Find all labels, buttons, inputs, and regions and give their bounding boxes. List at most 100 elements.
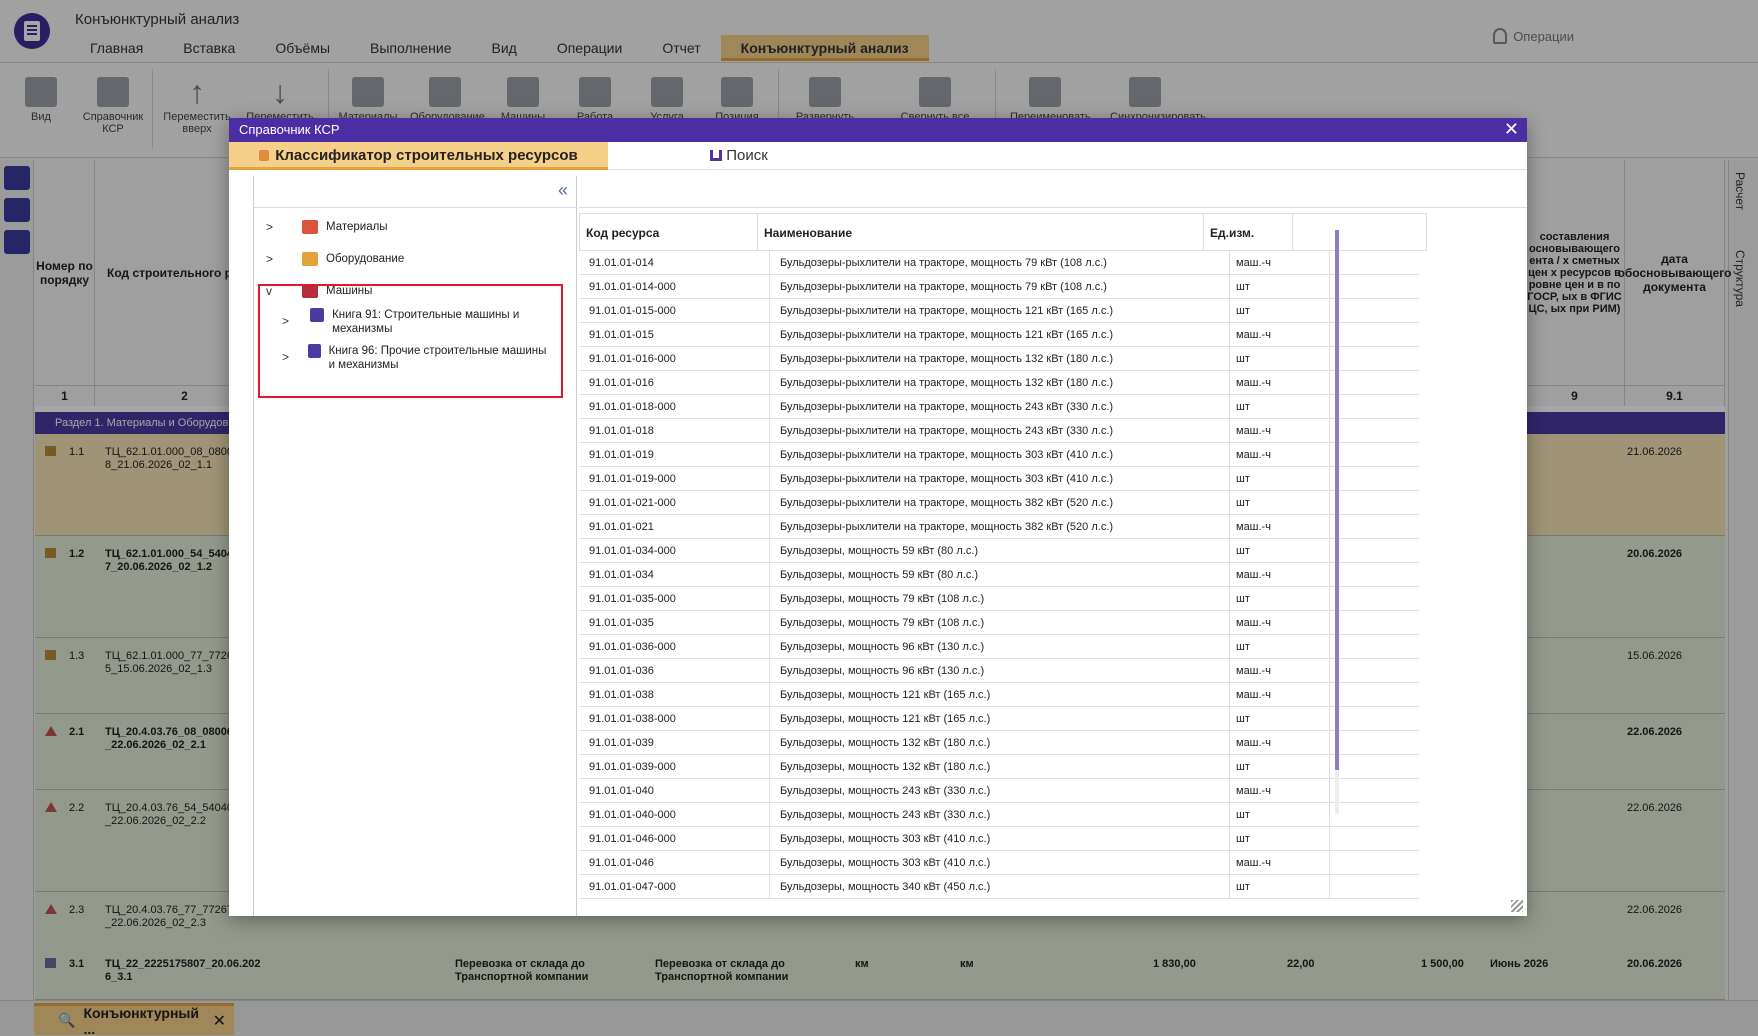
tab-search-label: Поиск (726, 147, 768, 164)
tree-node-label: Книга 91: Строительные машины и механизм… (332, 309, 520, 335)
tree-node-equipment[interactable]: > Оборудование (266, 252, 404, 266)
table-row[interactable]: 91.01.01-019-000 Бульдозеры-рыхлители на … (579, 467, 1419, 491)
cell-name: Бульдозеры-рыхлители на тракторе, мощнос… (769, 443, 1219, 467)
table-toolbar (579, 176, 1527, 208)
cell-resource-code: 91.01.01-018 (589, 425, 654, 437)
cell-unit: маш.-ч (1229, 251, 1329, 275)
dialog-title: Справочник КСР (239, 122, 340, 137)
cell-unit: маш.-ч (1229, 563, 1329, 587)
col-header-empty (1293, 213, 1427, 251)
cell-empty (1329, 395, 1330, 419)
cell-name: Бульдозеры, мощность 96 кВт (130 л.с.) (769, 659, 1219, 683)
table-row[interactable]: 91.01.01-014 Бульдозеры-рыхлители на трак… (579, 251, 1419, 275)
table-row[interactable]: 91.01.01-038-000 Бульдозеры, мощность 121… (579, 707, 1419, 731)
tab-classifier[interactable]: Классификатор строительных ресурсов (229, 142, 608, 170)
cell-unit: маш.-ч (1229, 683, 1329, 707)
table-scrollbar-thumb[interactable] (1335, 230, 1339, 770)
table-row[interactable]: 91.01.01-018 Бульдозеры-рыхлители на трак… (579, 419, 1419, 443)
table-row[interactable]: 91.01.01-040 Бульдозеры, мощность 243 кВт… (579, 779, 1419, 803)
cell-unit: маш.-ч (1229, 611, 1329, 635)
cell-resource-code: 91.01.01-016-000 (589, 353, 676, 365)
cell-empty (1329, 779, 1330, 803)
tree-node-book-96[interactable]: > Книга 96: Прочие строительные машины и… (282, 344, 552, 372)
table-row[interactable]: 91.01.01-016-000 Бульдозеры-рыхлители на … (579, 347, 1419, 371)
cell-empty (1329, 563, 1330, 587)
table-row[interactable]: 91.01.01-019 Бульдозеры-рыхлители на трак… (579, 443, 1419, 467)
table-row[interactable]: 91.01.01-034-000 Бульдозеры, мощность 59 … (579, 539, 1419, 563)
collapse-panel-icon[interactable]: « (558, 180, 568, 201)
table-row[interactable]: 91.01.01-014-000 Бульдозеры-рыхлители на … (579, 275, 1419, 299)
table-row[interactable]: 91.01.01-036-000 Бульдозеры, мощность 96 … (579, 635, 1419, 659)
cell-resource-code: 91.01.01-040-000 (589, 809, 676, 821)
cell-name: Бульдозеры-рыхлители на тракторе, мощнос… (769, 371, 1219, 395)
table-row[interactable]: 91.01.01-034 Бульдозеры, мощность 59 кВт … (579, 563, 1419, 587)
cell-name: Бульдозеры, мощность 303 кВт (410 л.с.) (769, 851, 1219, 875)
cell-name: Бульдозеры-рыхлители на тракторе, мощнос… (769, 323, 1219, 347)
cell-name: Бульдозеры, мощность 79 кВт (108 л.с.) (769, 587, 1219, 611)
table-row[interactable]: 91.01.01-046-000 Бульдозеры, мощность 303… (579, 827, 1419, 851)
cell-empty (1329, 707, 1330, 731)
table-row[interactable]: 91.01.01-040-000 Бульдозеры, мощность 243… (579, 803, 1419, 827)
truck-icon (302, 284, 318, 298)
bricks-icon (302, 220, 318, 234)
cell-unit: маш.-ч (1229, 371, 1329, 395)
cell-resource-code: 91.01.01-046 (589, 857, 654, 869)
col-header-resource-code[interactable]: Код ресурса (579, 213, 758, 251)
cell-resource-code: 91.01.01-034-000 (589, 545, 676, 557)
tab-search[interactable]: Поиск (659, 142, 819, 170)
resize-handle-icon[interactable] (1511, 900, 1523, 912)
chevron-right-icon[interactable]: > (266, 252, 282, 266)
cell-resource-code: 91.01.01-014 (589, 257, 654, 269)
cell-name: Бульдозеры, мощность 59 кВт (80 л.с.) (769, 563, 1219, 587)
table-row[interactable]: 91.01.01-035-000 Бульдозеры, мощность 79 … (579, 587, 1419, 611)
cell-name: Бульдозеры, мощность 121 кВт (165 л.с.) (769, 683, 1219, 707)
col-header-name[interactable]: Наименование (758, 213, 1204, 251)
table-row[interactable]: 91.01.01-021 Бульдозеры-рыхлители на трак… (579, 515, 1419, 539)
table-row[interactable]: 91.01.01-047-000 Бульдозеры, мощность 340… (579, 875, 1419, 899)
tree-node-label: Книга 96: Прочие строительные машины и м… (328, 345, 547, 371)
cell-unit: маш.-ч (1229, 515, 1329, 539)
cell-unit: маш.-ч (1229, 659, 1329, 683)
cell-name: Бульдозеры, мощность 96 кВт (130 л.с.) (769, 635, 1219, 659)
cell-empty (1329, 803, 1330, 827)
chevron-right-icon[interactable]: > (266, 220, 282, 234)
cell-unit: маш.-ч (1229, 731, 1329, 755)
table-row[interactable]: 91.01.01-038 Бульдозеры, мощность 121 кВт… (579, 683, 1419, 707)
table-row[interactable]: 91.01.01-046 Бульдозеры, мощность 303 кВт… (579, 851, 1419, 875)
table-row[interactable]: 91.01.01-021-000 Бульдозеры-рыхлители на … (579, 491, 1419, 515)
chevron-right-icon[interactable]: > (282, 314, 296, 328)
cell-name: Бульдозеры-рыхлители на тракторе, мощнос… (769, 299, 1219, 323)
table-row[interactable]: 91.01.01-015 Бульдозеры-рыхлители на трак… (579, 323, 1419, 347)
table-row[interactable]: 91.01.01-035 Бульдозеры, мощность 79 кВт … (579, 611, 1419, 635)
cell-resource-code: 91.01.01-036 (589, 665, 654, 677)
cell-resource-code: 91.01.01-018-000 (589, 401, 676, 413)
cell-name: Бульдозеры-рыхлители на тракторе, мощнос… (769, 347, 1219, 371)
tree-node-book-91[interactable]: > Книга 91: Строительные машины и механи… (282, 308, 552, 336)
cell-empty (1329, 875, 1330, 899)
table-row[interactable]: 91.01.01-016 Бульдозеры-рыхлители на трак… (579, 371, 1419, 395)
table-row[interactable]: 91.01.01-039 Бульдозеры, мощность 132 кВт… (579, 731, 1419, 755)
cell-empty (1329, 539, 1330, 563)
table-row[interactable]: 91.01.01-015-000 Бульдозеры-рыхлители на … (579, 299, 1419, 323)
cell-empty (1329, 251, 1330, 275)
cell-unit: маш.-ч (1229, 779, 1329, 803)
close-icon[interactable]: ✕ (1504, 120, 1519, 138)
chevron-right-icon[interactable]: > (282, 350, 294, 364)
cell-resource-code: 91.01.01-039 (589, 737, 654, 749)
chevron-down-icon[interactable]: v (266, 284, 282, 298)
col-header-unit[interactable]: Ед.изм. (1204, 213, 1293, 251)
cell-resource-code: 91.01.01-019 (589, 449, 654, 461)
cell-name: Бульдозеры-рыхлители на тракторе, мощнос… (769, 419, 1219, 443)
tree-node-machines[interactable]: v Машины (266, 284, 372, 298)
cell-resource-code: 91.01.01-040 (589, 785, 654, 797)
table-row[interactable]: 91.01.01-039-000 Бульдозеры, мощность 132… (579, 755, 1419, 779)
cell-name: Бульдозеры, мощность 132 кВт (180 л.с.) (769, 755, 1219, 779)
cell-name: Бульдозеры, мощность 340 кВт (450 л.с.) (769, 875, 1219, 899)
table-row[interactable]: 91.01.01-036 Бульдозеры, мощность 96 кВт … (579, 659, 1419, 683)
cell-unit: шт (1229, 491, 1329, 515)
cell-unit: маш.-ч (1229, 419, 1329, 443)
table-row[interactable]: 91.01.01-018-000 Бульдозеры-рыхлители на … (579, 395, 1419, 419)
tree-node-materials[interactable]: > Материалы (266, 220, 388, 234)
classifier-tree: « > Материалы > Оборудование v Машины > … (253, 176, 577, 916)
cell-resource-code: 91.01.01-036-000 (589, 641, 676, 653)
